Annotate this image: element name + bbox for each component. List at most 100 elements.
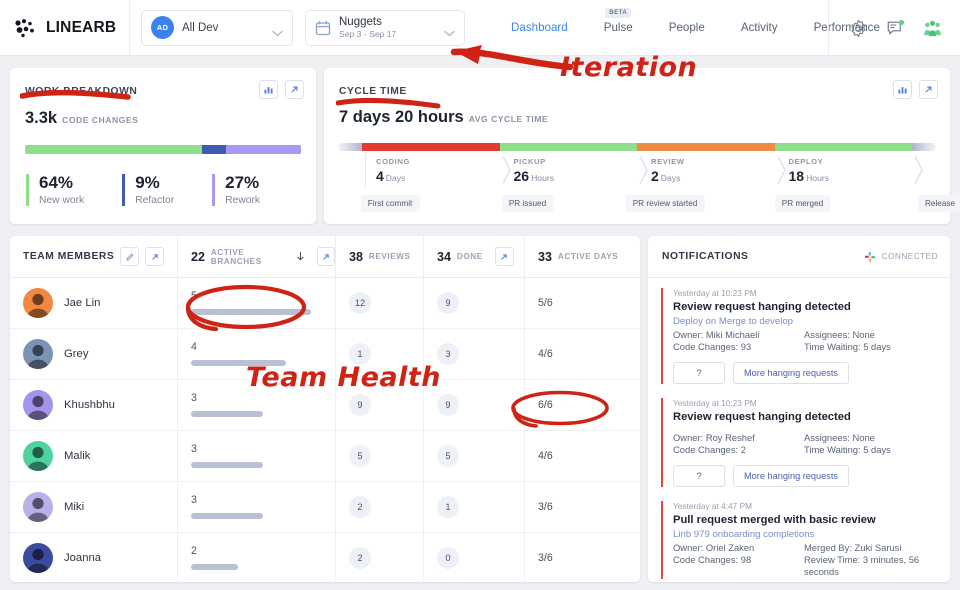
gear-icon[interactable] xyxy=(849,19,868,38)
active-days-value: 4/6 xyxy=(538,450,553,462)
notification-link[interactable]: Deploy on Merge to develop xyxy=(673,316,938,327)
notification-item[interactable]: Yesterday at 4:47 PMPull request merged … xyxy=(661,501,938,579)
expand-arrow-icon[interactable] xyxy=(145,247,164,266)
table-row[interactable]: Jae Lin51295/6 xyxy=(10,278,640,329)
cycle-bar-start-cap xyxy=(338,143,362,151)
feedback-icon[interactable] xyxy=(886,19,905,38)
cycle-milestone-chip[interactable]: Release xyxy=(918,195,960,212)
more-requests-button[interactable]: More hanging requests xyxy=(733,362,849,384)
cell-reviews: 5 xyxy=(336,431,424,481)
work-breakdown-actions xyxy=(259,80,304,99)
cycle-stage-deploy: DEPLOY18Hours xyxy=(789,157,830,186)
cell-reviews: 2 xyxy=(336,482,424,532)
more-requests-button[interactable]: More hanging requests xyxy=(733,465,849,487)
branch-bar xyxy=(191,462,263,468)
branch-bar xyxy=(191,360,286,366)
cycle-stage-pickup: PICKUP26Hours xyxy=(514,157,555,186)
member-name: Jae Lin xyxy=(64,297,100,309)
nav-item-pulse[interactable]: BETA Pulse xyxy=(586,21,651,34)
stage-name: REVIEW xyxy=(651,157,685,166)
table-row[interactable]: Joanna2203/6 xyxy=(10,533,640,582)
work-breakdown-card: WORK BREAKDOWN 3.3k CODE CHANGES 64%New … xyxy=(10,68,316,224)
pencil-icon[interactable] xyxy=(120,247,139,266)
stage-value: 18Hours xyxy=(789,168,830,186)
date-range-selector[interactable]: Nuggets Sep 3 - Sep 17 xyxy=(305,10,465,46)
cycle-milestone-chip[interactable]: PR issued xyxy=(502,195,553,212)
cell-active-days: 3/6 xyxy=(525,482,639,532)
cycle-time-stages: CODING 4Days PICKUP26Hours REVIEW 2Days DEPLO… xyxy=(338,151,936,195)
notification-meta: Owner: Oriel ZakenCode Changes: 98Merged… xyxy=(673,542,938,579)
expand-arrow-icon[interactable] xyxy=(495,247,514,266)
notification-link[interactable]: Linb 979 onboarding completions xyxy=(673,529,938,540)
notifications-list: Yesterday at 10:23 PMReview request hang… xyxy=(648,278,950,579)
cycle-milestone-chip[interactable]: First commit xyxy=(361,195,420,212)
table-row[interactable]: Grey4134/6 xyxy=(10,329,640,380)
notification-meta-right: Merged By: Zuki SarusiReview Time: 3 min… xyxy=(804,542,938,579)
help-button[interactable]: ? xyxy=(673,362,725,384)
brand-logo-area[interactable]: LINEARB xyxy=(0,0,130,56)
nav-item-people[interactable]: People xyxy=(651,21,723,34)
cycle-time-milestones: First commit PR issued PR review started PR… xyxy=(338,195,936,217)
stat-label: Rework xyxy=(225,195,260,206)
table-header-row: TEAM MEMBERS 22 ACTIVE BRANCHES xyxy=(10,236,640,278)
expand-arrow-icon[interactable] xyxy=(285,80,304,99)
team-selector[interactable]: AD All Dev xyxy=(141,10,293,46)
cycle-time-header: CYCLE TIME xyxy=(324,68,950,99)
done-pill: 3 xyxy=(437,343,459,365)
done-pill: 5 xyxy=(437,445,459,467)
help-button[interactable]: ? xyxy=(673,465,725,487)
notification-meta-left: Owner: Roy ReshefCode Changes: 2 xyxy=(673,432,804,457)
cycle-stage-coding: CODING 4Days xyxy=(376,157,410,186)
expand-arrow-icon[interactable] xyxy=(919,80,938,99)
work-breakdown-stat-0: 64%New work xyxy=(26,174,84,206)
bar-chart-icon[interactable] xyxy=(259,80,278,99)
avatar xyxy=(23,288,53,318)
notification-actions: ? More hanging requests xyxy=(673,362,938,384)
date-selector-title: Nuggets xyxy=(339,16,436,29)
cell-active-days: 4/6 xyxy=(525,431,639,481)
team-avatar: AD xyxy=(151,16,174,39)
branch-count: 2 xyxy=(191,546,197,557)
table-row[interactable]: Khushbhu3996/6 xyxy=(10,380,640,431)
notification-item[interactable]: Yesterday at 10:23 PMReview request hang… xyxy=(661,288,938,384)
member-name: Khushbhu xyxy=(64,399,115,411)
notification-meta-left: Owner: Miki MichaeliCode Changes: 93 xyxy=(673,329,804,354)
nav-item-activity[interactable]: Activity xyxy=(723,21,796,34)
notification-time: Yesterday at 10:23 PM xyxy=(673,288,938,298)
avatar xyxy=(23,543,53,573)
notification-meta: Owner: Miki MichaeliCode Changes: 93Assi… xyxy=(673,329,938,354)
expand-arrow-icon[interactable] xyxy=(317,247,335,266)
cycle-milestone-chip[interactable]: PR merged xyxy=(775,195,830,212)
top-navigation-bar: LINEARB AD All Dev Nuggets Sep 3 - Sep 1… xyxy=(0,0,960,56)
stage-name: CODING xyxy=(376,157,410,166)
table-row[interactable]: Miki3213/6 xyxy=(10,482,640,533)
stage-value: 4Days xyxy=(376,168,410,186)
sort-down-icon[interactable] xyxy=(296,251,305,262)
notifications-header: NOTIFICATIONS CONNECTED xyxy=(648,236,950,278)
avatar xyxy=(23,339,53,369)
cycle-milestone-chip[interactable]: PR review started xyxy=(626,195,705,212)
column-header-done: 34 DONE xyxy=(424,236,525,277)
notification-headline: Pull request merged with basic review xyxy=(673,514,938,526)
notification-item[interactable]: Yesterday at 10:23 PMReview request hang… xyxy=(661,398,938,487)
column-header-active-days: 33 ACTIVE DAYS xyxy=(525,236,639,277)
cell-active-branches: 5 xyxy=(178,278,336,328)
reviews-pill: 2 xyxy=(349,496,371,518)
member-name: Grey xyxy=(64,348,88,360)
cell-active-days: 6/6 xyxy=(525,380,639,430)
reviews-pill: 5 xyxy=(349,445,371,467)
team-icon[interactable] xyxy=(923,19,942,38)
nav-item-dashboard[interactable]: Dashboard xyxy=(493,21,586,34)
stat-percent: 9% xyxy=(135,174,174,192)
stage-value: 2Days xyxy=(651,168,685,186)
bar-chart-icon[interactable] xyxy=(893,80,912,99)
done-pill: 9 xyxy=(437,292,459,314)
table-row[interactable]: Malik3554/6 xyxy=(10,431,640,482)
column-header-team-members: TEAM MEMBERS xyxy=(10,236,178,277)
branch-count: 5 xyxy=(191,291,197,302)
cell-active-branches: 3 xyxy=(178,380,336,430)
cell-active-branches: 3 xyxy=(178,482,336,532)
cell-done: 0 xyxy=(424,533,525,582)
work-breakdown-stat-1: 9%Refactor xyxy=(122,174,174,206)
cell-done: 3 xyxy=(424,329,525,379)
